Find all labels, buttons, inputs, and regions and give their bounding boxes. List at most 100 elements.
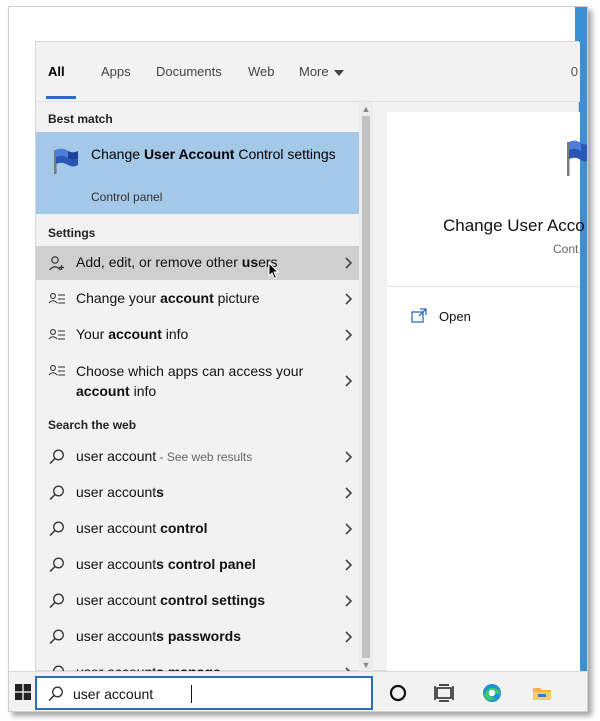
active-tab-indicator [46,96,76,99]
search-filter-tabs: All Apps Documents Web More 0 [36,42,580,102]
scroll-up-arrow-icon[interactable]: ▲ [361,104,371,114]
chevron-right-icon[interactable] [343,373,355,389]
preview-pane: Change User Acco Cont Open [387,112,587,672]
file-explorer-icon[interactable] [531,682,553,704]
chevron-right-icon[interactable] [343,485,355,501]
label-pre: user account [76,628,157,644]
chevron-right-icon[interactable] [343,557,355,573]
chevron-right-icon[interactable] [343,291,355,307]
chevron-right-icon[interactable] [343,327,355,343]
search-web-header: Search the web [48,418,137,432]
chevron-right-icon[interactable] [343,255,355,271]
best-match-subtitle: Control panel [91,190,163,204]
label-post: info [161,326,189,342]
setting-your-account-info[interactable]: Your account info [36,318,359,352]
windows-search-panel: All Apps Documents Web More 0 Best match… [35,41,587,672]
mouse-cursor-icon [268,262,280,280]
label-bold: account [76,383,130,399]
rewards-count: 0 [570,64,578,79]
text-caret [191,685,192,703]
account-info-icon [48,329,65,340]
web-result[interactable]: user accounts passwords [36,620,359,654]
label-pre: Change your [76,290,161,306]
search-icon [49,557,64,573]
web-result-label: user accounts passwords [76,628,241,644]
label-pre: user account [76,520,161,536]
windows-logo-icon[interactable] [15,684,31,700]
search-input[interactable] [73,683,353,705]
label-pre: Your [76,326,109,342]
label-pre: user account [76,484,157,500]
control-panel-flag-icon [54,148,78,174]
web-result[interactable]: user account control settings [36,584,359,618]
label-bold: s control panel [156,556,256,572]
open-action[interactable]: Open [411,306,561,330]
search-icon [49,629,64,645]
scroll-thumb[interactable] [362,116,370,658]
label-pre: Add, edit, or remove other [76,254,242,270]
best-match-title-pre: Change [91,146,144,162]
search-icon [49,521,64,537]
setting-label: Add, edit, or remove other users [76,254,278,270]
web-result[interactable]: user account - See web results [36,440,359,474]
results-scrollbar[interactable]: ▲ ▼ [359,102,373,672]
screenshot-frame: All Apps Documents Web More 0 Best match… [8,6,588,712]
web-result-label: user accounts control panel [76,556,256,572]
label-post: info [129,383,157,399]
setting-label: Your account info [76,326,188,342]
label-bold: s [156,484,164,500]
label-post: picture [213,290,260,306]
web-result[interactable]: user accounts control panel [36,548,359,582]
results-list: Best match Change User Account Control s… [36,102,359,672]
scroll-down-arrow-icon[interactable]: ▼ [361,660,371,670]
account-info-icon [48,293,65,304]
tab-apps[interactable]: Apps [101,64,131,79]
edge-browser-icon[interactable] [481,682,503,704]
tab-more[interactable]: More [299,64,344,79]
setting-label: Choose which apps can access your accoun… [76,361,316,401]
preview-title: Change User Acco [443,216,585,235]
web-result-label: user accounts [76,484,164,500]
web-result-label: user account - See web results [76,448,252,464]
label-pre: Choose which apps can access your [76,363,304,379]
tab-all[interactable]: All [48,64,65,79]
control-panel-flag-icon [567,140,587,176]
web-result[interactable]: user account control [36,512,359,546]
setting-label: Change your account picture [76,290,260,306]
taskbar [9,671,587,711]
chevron-right-icon[interactable] [343,521,355,537]
setting-change-account-picture[interactable]: Change your account picture [36,282,359,316]
preview-divider [387,286,580,287]
chevron-right-icon[interactable] [343,593,355,609]
tab-documents[interactable]: Documents [156,64,222,79]
cortana-circle-icon[interactable] [387,682,409,704]
tab-web[interactable]: Web [248,64,275,79]
search-icon [48,686,63,702]
tab-more-label: More [299,64,329,79]
see-web-results-hint: - See web results [156,450,253,464]
setting-add-edit-remove-users[interactable]: Add, edit, or remove other users [36,246,359,280]
open-label: Open [439,309,471,324]
open-window-icon [411,308,427,323]
label-bold: control [160,520,208,536]
label-pre: user account [76,556,157,572]
add-user-icon [49,256,64,271]
search-icon [49,449,64,465]
label-bold: account [160,290,214,306]
preview-subtitle: Cont [553,242,579,256]
search-icon [49,593,64,609]
desktop-background [9,7,35,711]
chevron-right-icon[interactable] [343,449,355,465]
account-info-icon [48,365,65,376]
best-match-header: Best match [48,112,113,126]
taskbar-search-box[interactable] [35,676,373,710]
best-match-result[interactable]: Change User Account Control settings Con… [36,132,359,214]
chevron-right-icon[interactable] [343,629,355,645]
caret-down-icon [333,69,344,76]
task-view-icon[interactable] [433,682,455,704]
label-bold: control settings [160,592,266,608]
web-result[interactable]: user accounts manage [36,656,359,672]
setting-choose-apps-account-info[interactable]: Choose which apps can access your accoun… [36,354,359,408]
best-match-title-bold: User Account [143,146,235,162]
web-result[interactable]: user accounts [36,476,359,510]
